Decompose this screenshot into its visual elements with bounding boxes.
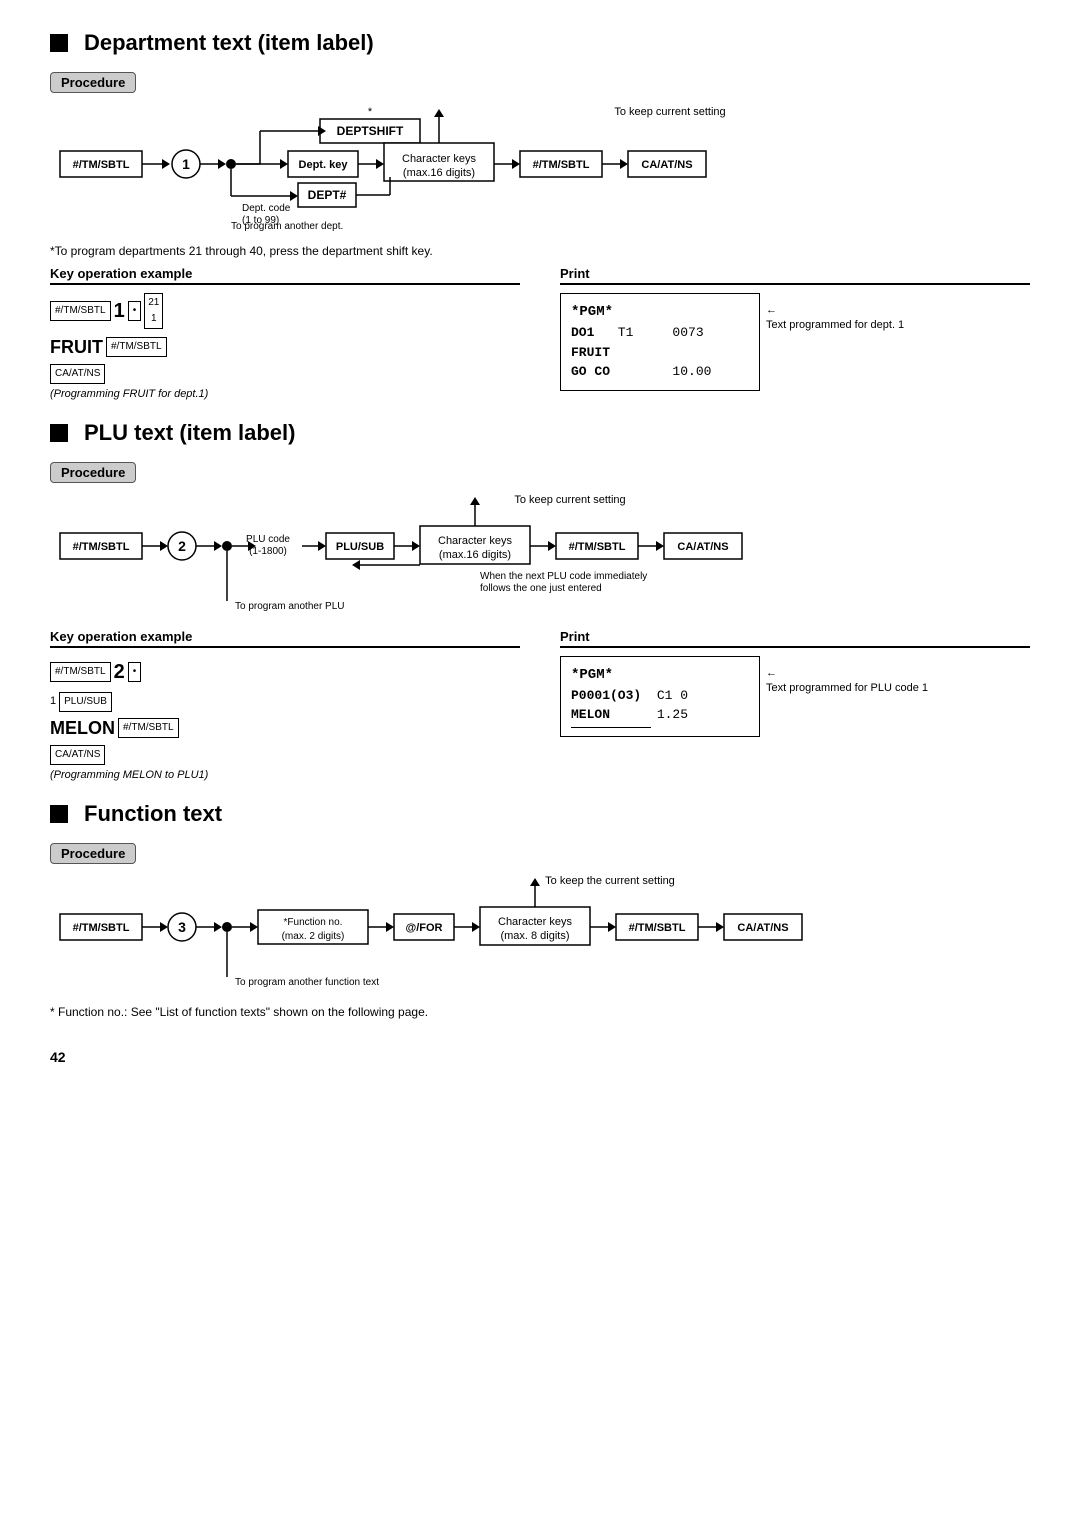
- svg-text:Dept. key: Dept. key: [299, 159, 349, 171]
- dept-print-line1: *PGM*: [571, 302, 749, 323]
- svg-text:3: 3: [178, 919, 186, 935]
- dept-examples-row: Key operation example #/TM/SBTL 1 • 21 1…: [50, 266, 1030, 400]
- flow-svg-plu: To keep current setting #/TM/SBTL 2: [50, 491, 1010, 616]
- key-dot-1: •: [128, 301, 142, 321]
- dept-print-with-note: *PGM* DO1 T1 0073 FRUIT GO CO 10.00 ← Te…: [560, 293, 1030, 391]
- key-fruit: FRUIT: [50, 333, 103, 362]
- key-dot-plu: •: [128, 662, 142, 682]
- key-tm-sbtl-1: #/TM/SBTL: [50, 301, 111, 321]
- svg-text:Character keys: Character keys: [438, 535, 512, 547]
- svg-text:#/TM/SBTL: #/TM/SBTL: [73, 159, 130, 171]
- key-ca-at-ns-plu: CA/AT/NS: [50, 745, 105, 765]
- svg-text:(max. 8 digits): (max. 8 digits): [500, 930, 569, 942]
- svg-text:CA/AT/NS: CA/AT/NS: [641, 159, 692, 171]
- svg-text:#/TM/SBTL: #/TM/SBTL: [629, 922, 686, 934]
- svg-text:#/TM/SBTL: #/TM/SBTL: [533, 159, 590, 171]
- dept-print-title: Print: [560, 266, 1030, 285]
- key-melon: MELON: [50, 714, 115, 743]
- dept-print-area: *PGM* DO1 T1 0073 FRUIT GO CO 10.00: [560, 293, 760, 391]
- procedure-badge-function: Procedure: [50, 843, 136, 864]
- page-wrapper: Department text (item label) Procedure *…: [50, 30, 1030, 1065]
- key-ca-at-ns-1: CA/AT/NS: [50, 364, 105, 384]
- svg-text:Character keys: Character keys: [402, 153, 476, 165]
- svg-text:DEPTSHIFT: DEPTSHIFT: [337, 124, 404, 138]
- section-function: Function text Procedure To keep the curr…: [50, 801, 1030, 1019]
- svg-text:To program another function te: To program another function text: [235, 977, 379, 988]
- plu-key-example: Key operation example #/TM/SBTL 2 • 1 PL…: [50, 629, 520, 781]
- svg-text:@/FOR: @/FOR: [405, 922, 442, 934]
- plu-print-title: Print: [560, 629, 1030, 648]
- procedure-badge-plu: Procedure: [50, 462, 136, 483]
- svg-text:To program another dept.: To program another dept.: [231, 221, 343, 231]
- dept-caption: (Programming FRUIT for dept.1): [50, 388, 520, 400]
- dept-print-line4: GO CO 10.00: [571, 362, 749, 382]
- flow-svg-dept: * DEPTSHIFT To keep current setting #/TM…: [50, 101, 1010, 231]
- flow-diagram-function: To keep the current setting #/TM/SBTL 3: [50, 872, 1030, 995]
- svg-text:follows the one just entered: follows the one just entered: [480, 583, 602, 594]
- dept-print-line2: DO1 T1 0073: [571, 323, 749, 343]
- procedure-badge-dept: Procedure: [50, 72, 136, 93]
- svg-text:PLU code: PLU code: [246, 534, 290, 545]
- page-number: 42: [50, 1049, 1030, 1065]
- dept-print-example: Print *PGM* DO1 T1 0073 FRUIT GO CO 10.0…: [560, 266, 1030, 391]
- plu-key-op-area: #/TM/SBTL 2 • 1 PLU/SUB MELON #/TM/SBTL …: [50, 656, 520, 765]
- section-title-function: Function text: [50, 801, 1030, 827]
- key-tm-sbtl-2: #/TM/SBTL: [106, 337, 167, 357]
- function-footnote: * Function no.: See "List of function te…: [50, 1005, 1030, 1019]
- plu-print-line1: *PGM*: [571, 665, 749, 686]
- svg-text:Dept. code: Dept. code: [242, 203, 291, 214]
- svg-text:When the next PLU code immedia: When the next PLU code immediately: [480, 571, 647, 582]
- plu-examples-row: Key operation example #/TM/SBTL 2 • 1 PL…: [50, 629, 1030, 781]
- key-1: 1: [114, 295, 125, 327]
- section-plu: PLU text (item label) Procedure To keep …: [50, 420, 1030, 781]
- dept-key-example-title: Key operation example: [50, 266, 520, 285]
- svg-text:2: 2: [178, 538, 186, 554]
- plu-print-with-note: *PGM* P0001(O3) C1 0 MELON 1.25 ← Text p…: [560, 656, 1030, 737]
- svg-text:CA/AT/NS: CA/AT/NS: [737, 922, 788, 934]
- key-plu-sub: PLU/SUB: [59, 692, 112, 712]
- svg-text:(max.16 digits): (max.16 digits): [403, 167, 475, 179]
- plu-caption: (Programming MELON to PLU1): [50, 769, 520, 781]
- svg-text:To keep current setting: To keep current setting: [514, 494, 625, 506]
- svg-text:*Function no.: *Function no.: [284, 917, 343, 928]
- svg-text:#/TM/SBTL: #/TM/SBTL: [569, 541, 626, 553]
- svg-text:#/TM/SBTL: #/TM/SBTL: [73, 922, 130, 934]
- flow-diagram-plu: To keep current setting #/TM/SBTL 2: [50, 491, 1030, 619]
- plu-print-example: Print *PGM* P0001(O3) C1 0 MELON 1.25 ← …: [560, 629, 1030, 737]
- key-tm-sbtl-plu2: #/TM/SBTL: [118, 718, 179, 738]
- plu-print-line3: MELON 1.25: [571, 705, 749, 725]
- svg-text:To keep current setting: To keep current setting: [614, 106, 725, 118]
- svg-text:(max. 2 digits): (max. 2 digits): [282, 931, 345, 942]
- dept-footnote: *To program departments 21 through 40, p…: [50, 244, 1030, 258]
- svg-text:(1-1800): (1-1800): [249, 546, 287, 557]
- plu-print-note: ← Text programmed for PLU code 1: [766, 666, 928, 697]
- section-title-dept: Department text (item label): [50, 30, 1030, 56]
- dept-key-example: Key operation example #/TM/SBTL 1 • 21 1…: [50, 266, 520, 400]
- section-dept: Department text (item label) Procedure *…: [50, 30, 1030, 400]
- dept-print-note: ← Text programmed for dept. 1: [766, 303, 904, 334]
- plu-print-line2: P0001(O3) C1 0: [571, 686, 749, 706]
- key-2: 2: [114, 656, 125, 688]
- svg-text:PLU/SUB: PLU/SUB: [336, 541, 384, 553]
- dept-print-line3: FRUIT: [571, 343, 749, 363]
- svg-text:*: *: [368, 106, 373, 118]
- svg-text:(max.16 digits): (max.16 digits): [439, 549, 511, 561]
- svg-text:Character keys: Character keys: [498, 916, 572, 928]
- flow-diagram-dept: * DEPTSHIFT To keep current setting #/TM…: [50, 101, 1030, 234]
- svg-text:CA/AT/NS: CA/AT/NS: [677, 541, 728, 553]
- svg-text:To keep the current setting: To keep the current setting: [545, 875, 675, 887]
- flow-svg-function: To keep the current setting #/TM/SBTL 3: [50, 872, 1010, 992]
- plu-print-area: *PGM* P0001(O3) C1 0 MELON 1.25: [560, 656, 760, 737]
- svg-text:#/TM/SBTL: #/TM/SBTL: [73, 541, 130, 553]
- dept-key-op-area: #/TM/SBTL 1 • 21 1 FRUIT #/TM/SBTL CA/AT…: [50, 293, 520, 384]
- key-tm-sbtl-plu1: #/TM/SBTL: [50, 662, 111, 682]
- svg-text:1: 1: [182, 156, 190, 172]
- section-title-plu: PLU text (item label): [50, 420, 1030, 446]
- plu-key-example-title: Key operation example: [50, 629, 520, 648]
- svg-text:To program another PLU: To program another PLU: [235, 601, 345, 612]
- svg-text:DEPT#: DEPT#: [308, 188, 347, 202]
